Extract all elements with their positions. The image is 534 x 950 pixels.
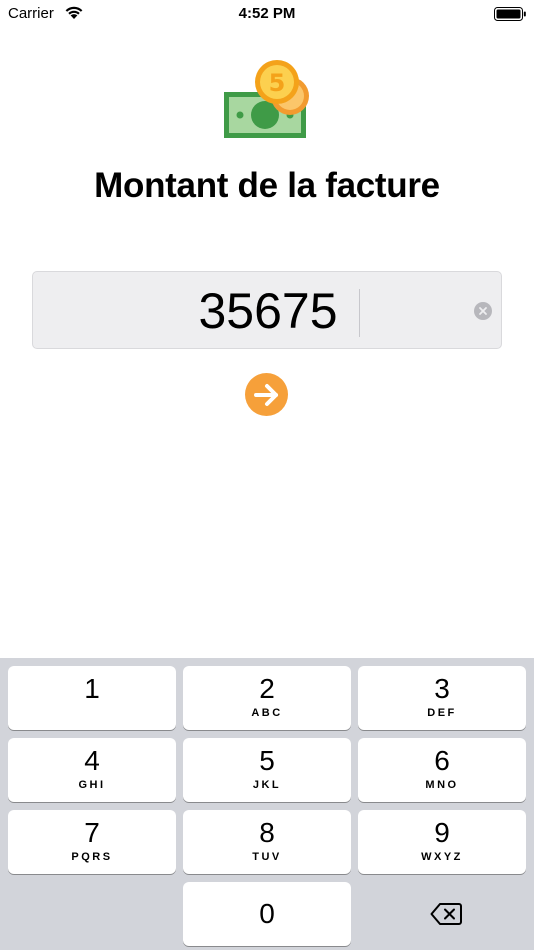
key-8[interactable]: 8 TUV: [183, 810, 351, 874]
key-digit: 8: [259, 817, 275, 848]
text-caret: [359, 289, 360, 337]
key-digit: 2: [259, 673, 275, 704]
key-digit: 7: [84, 817, 100, 848]
page-title: Montant de la facture: [94, 166, 440, 205]
money-with-coins-icon: 5: [224, 60, 309, 138]
key-digit: 1: [84, 673, 100, 704]
key-letters: PQRS: [71, 851, 113, 863]
key-letters: JKL: [252, 779, 282, 791]
backspace-icon[interactable]: [430, 902, 462, 926]
key-6[interactable]: 6 MNO: [358, 738, 526, 802]
amount-value: 35675: [198, 283, 338, 339]
status-bar: Carrier 4:52 PM: [0, 0, 534, 28]
key-2[interactable]: 2 ABC: [183, 666, 351, 730]
key-7[interactable]: 7 PQRS: [8, 810, 176, 874]
key-letters: ABC: [251, 707, 283, 719]
key-digit: 6: [434, 745, 450, 776]
key-1[interactable]: 1: [8, 666, 176, 730]
key-letters: GHI: [78, 779, 106, 791]
key-letters: TUV: [252, 851, 282, 863]
arrow-right-icon: [253, 383, 278, 406]
numeric-keyboard: 1 2 ABC 3 DEF 4 GHI 5 JKL 6 MNO 7 PQRS 8…: [0, 658, 534, 950]
key-letters: DEF: [427, 707, 457, 719]
clear-circle-icon[interactable]: [474, 302, 492, 320]
key-digit: 5: [259, 745, 275, 776]
key-digit: 9: [434, 817, 450, 848]
submit-button[interactable]: [245, 373, 288, 416]
key-letters: MNO: [425, 779, 459, 791]
key-9[interactable]: 9 WXYZ: [358, 810, 526, 874]
amount-input[interactable]: 35675: [32, 271, 502, 349]
key-digit: 4: [84, 745, 100, 776]
key-4[interactable]: 4 GHI: [8, 738, 176, 802]
key-digit: 3: [434, 673, 450, 704]
coin-label: 5: [269, 69, 286, 97]
key-0[interactable]: 0: [183, 882, 351, 946]
key-5[interactable]: 5 JKL: [183, 738, 351, 802]
key-digit: 0: [259, 898, 275, 929]
battery-icon: [494, 7, 526, 21]
status-time: 4:52 PM: [238, 5, 296, 22]
key-letters: WXYZ: [421, 851, 463, 863]
key-3[interactable]: 3 DEF: [358, 666, 526, 730]
